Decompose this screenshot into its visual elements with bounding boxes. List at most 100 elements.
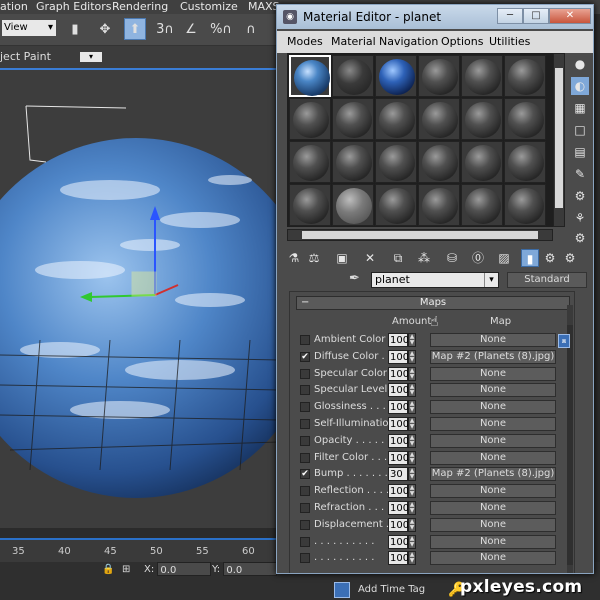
show-end-result-icon[interactable]: ▮	[521, 249, 539, 267]
minimize-button[interactable]: ─	[497, 8, 523, 24]
reset-map-icon[interactable]: ✕	[361, 249, 379, 267]
map-amount-spinner[interactable]: ▲ ▼	[408, 383, 416, 398]
sample-slot[interactable]	[289, 55, 331, 97]
map-amount-spinner[interactable]: ▲ ▼	[408, 551, 416, 566]
sample-slot[interactable]	[289, 141, 331, 183]
map-enable-checkbox[interactable]	[300, 435, 310, 446]
map-amount-spinner[interactable]: ▲ ▼	[408, 484, 416, 499]
map-slot-button[interactable]: None	[430, 400, 556, 415]
map-enable-checkbox[interactable]: ✔	[300, 469, 310, 480]
sample-slot[interactable]	[289, 184, 331, 226]
video-color-check-icon[interactable]: ▤	[571, 143, 589, 161]
menu-material[interactable]: Material	[331, 35, 376, 48]
map-amount-field[interactable]: 100	[388, 400, 409, 415]
map-amount-spinner[interactable]: ▲ ▼	[408, 433, 416, 448]
map-enable-checkbox[interactable]	[300, 335, 310, 345]
map-slot-button[interactable]: None	[430, 534, 556, 549]
sample-slot[interactable]	[332, 184, 374, 226]
map-amount-field[interactable]: 30	[388, 467, 408, 482]
map-enable-checkbox[interactable]: ✔	[300, 351, 310, 362]
title-bar[interactable]: ◉ Material Editor - planet ─ □ ✕	[277, 5, 593, 29]
map-amount-field[interactable]: 100	[388, 333, 409, 347]
sample-slot[interactable]	[504, 184, 546, 226]
map-amount-field[interactable]: 100	[388, 501, 409, 515]
assign-material-icon[interactable]: ▣	[333, 249, 351, 267]
options-icon[interactable]: ⚙	[571, 187, 589, 205]
sample-slot[interactable]	[289, 98, 331, 140]
time-tag-icon[interactable]	[334, 582, 350, 598]
menu-graph-editors[interactable]: Graph Editors	[36, 0, 112, 14]
select-by-material-icon[interactable]: ⚘	[571, 209, 589, 227]
map-amount-spinner[interactable]: ▲ ▼	[408, 467, 416, 482]
map-enable-checkbox[interactable]	[300, 402, 310, 413]
go-forward-sibling-icon[interactable]: ⚙	[561, 249, 579, 267]
make-unique-icon[interactable]: ⁂	[415, 249, 433, 267]
sample-slot[interactable]	[418, 141, 460, 183]
x-coordinate-field[interactable]: 0.0	[157, 562, 212, 576]
put-to-scene-icon[interactable]: ⚖	[305, 249, 323, 267]
sample-slot[interactable]	[461, 98, 503, 140]
sample-slot[interactable]	[375, 184, 417, 226]
map-slot-button[interactable]: None	[430, 366, 556, 381]
map-enable-checkbox[interactable]	[300, 553, 310, 564]
use-pivot-icon[interactable]: ▮	[64, 18, 86, 40]
menu-options[interactable]: Options	[441, 35, 483, 48]
map-enable-checkbox[interactable]	[300, 385, 310, 396]
map-enable-checkbox[interactable]	[300, 419, 310, 429]
sample-slot[interactable]	[332, 55, 374, 97]
map-amount-field[interactable]: 100	[388, 534, 409, 549]
map-amount-spinner[interactable]: ▲ ▼	[408, 349, 416, 364]
map-slot-button[interactable]: None	[430, 501, 556, 515]
menu-customize[interactable]: Customize	[180, 0, 238, 14]
sample-slot[interactable]	[332, 141, 374, 183]
maximize-button[interactable]: □	[523, 8, 549, 24]
map-slot-button[interactable]: None	[430, 484, 556, 499]
sample-slot[interactable]	[504, 141, 546, 183]
map-amount-field[interactable]: 100	[388, 433, 409, 448]
material-id-channel-icon[interactable]: ⓪	[469, 249, 487, 267]
sample-slot[interactable]	[418, 55, 460, 97]
menu-utilities[interactable]: Utilities	[489, 35, 530, 48]
material-name-field[interactable]: planet ▾	[371, 272, 499, 288]
lock-selection-icon[interactable]: 🔒	[102, 562, 114, 578]
menu-navigation[interactable]: Navigation	[379, 35, 438, 48]
ribbon-dropdown[interactable]: ▾	[80, 52, 102, 62]
sample-slot[interactable]	[461, 141, 503, 183]
sample-slot[interactable]	[375, 55, 417, 97]
map-slot-button[interactable]: None	[430, 383, 556, 398]
go-to-parent-icon[interactable]: ⚙	[541, 249, 559, 267]
put-to-library-icon[interactable]: ⛁	[443, 249, 461, 267]
backlight-icon[interactable]: ◐	[571, 77, 589, 95]
percent-snap-icon[interactable]: % ∩	[210, 18, 232, 40]
material-type-button[interactable]: Standard	[507, 272, 587, 288]
reference-coordinate-dropdown[interactable]: View	[2, 20, 56, 36]
material-name-dropdown-icon[interactable]: ▾	[484, 273, 498, 287]
map-slot-button[interactable]: None	[430, 433, 556, 448]
sample-slot[interactable]	[461, 184, 503, 226]
map-amount-spinner[interactable]: ▲ ▼	[408, 517, 416, 532]
map-amount-field[interactable]: 100	[388, 417, 409, 431]
sample-slot[interactable]	[332, 98, 374, 140]
map-enable-checkbox[interactable]	[300, 503, 310, 513]
map-amount-spinner[interactable]: ▲ ▼	[408, 501, 416, 515]
map-slot-button[interactable]: Map #2 (Planets (8).jpg)	[430, 467, 556, 482]
menu-rendering[interactable]: Rendering	[112, 0, 168, 14]
sample-slot[interactable]	[375, 98, 417, 140]
map-amount-field[interactable]: 100	[388, 484, 409, 499]
get-material-icon[interactable]: ⚗	[285, 249, 303, 267]
add-time-tag[interactable]: Add Time Tag	[358, 584, 425, 595]
map-amount-field[interactable]: 100	[388, 383, 409, 398]
move-icon[interactable]: ✥	[94, 18, 116, 40]
material-map-navigator-icon[interactable]: ⚙	[571, 229, 589, 247]
sample-slot[interactable]	[504, 98, 546, 140]
spinner-snap-icon[interactable]: ∩	[240, 18, 262, 40]
map-amount-field[interactable]: 100	[388, 366, 409, 381]
map-amount-spinner[interactable]: ▲ ▼	[408, 534, 416, 549]
map-amount-field[interactable]: 100	[388, 517, 409, 532]
map-amount-spinner[interactable]: ▲ ▼	[408, 333, 416, 347]
map-amount-field[interactable]: 100	[388, 349, 409, 364]
sample-slot[interactable]	[418, 184, 460, 226]
map-enable-checkbox[interactable]	[300, 368, 310, 379]
map-slot-button[interactable]: Map #2 (Planets (8).jpg)	[430, 349, 556, 364]
map-slot-button[interactable]: None	[430, 333, 556, 347]
